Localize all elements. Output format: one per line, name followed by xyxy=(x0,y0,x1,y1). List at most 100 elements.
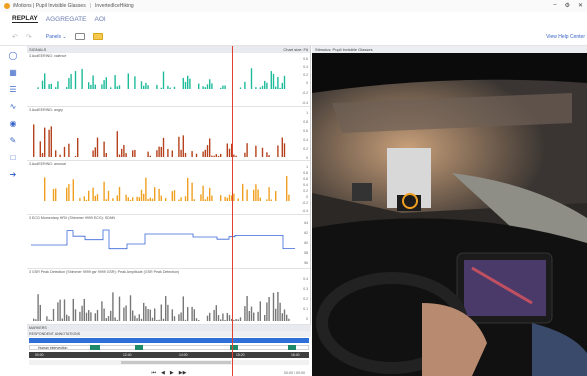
signal-bar xyxy=(143,193,145,201)
signal-bar xyxy=(103,308,105,321)
signal-bar xyxy=(114,75,116,89)
signal-bar xyxy=(162,71,165,89)
signal-bar xyxy=(275,191,277,201)
signal-bar xyxy=(118,186,121,201)
signal-bar xyxy=(204,149,206,157)
comment-icon[interactable]: □ xyxy=(0,149,26,166)
signal-bar xyxy=(50,126,52,157)
video-title: Stimulus: Pupil Invisible Glasses xyxy=(315,47,373,52)
signal-bar xyxy=(85,199,88,201)
skip-back-icon[interactable]: ⏮ xyxy=(152,370,157,376)
annotation-pen-icon[interactable]: ✎ xyxy=(0,132,26,149)
signal-bar xyxy=(246,189,248,201)
intervention-segment[interactable] xyxy=(90,345,100,350)
track-arousal[interactable]: 3 AudEERING: arousal 1 0.8 0.6 0.4 0.2 0 -0.2-… xyxy=(27,161,310,215)
location-icon[interactable]: ◉ xyxy=(0,115,26,132)
signal-bar xyxy=(88,190,90,201)
signal-bar xyxy=(173,190,176,201)
minimize-icon[interactable]: – xyxy=(553,2,556,9)
step-forward-icon[interactable]: ▶▶ xyxy=(179,370,187,376)
signal-bar xyxy=(286,314,288,321)
signal-bar xyxy=(118,85,121,89)
export-icon[interactable]: ➔ xyxy=(0,166,26,183)
respondents-icon[interactable]: ◯ xyxy=(0,47,26,64)
signal-bar xyxy=(281,313,283,321)
signal-bar xyxy=(171,150,173,157)
signal-bar xyxy=(204,87,206,89)
track-hrv[interactable]: 3 ECG Momentary HRV (Shimmer 9999 ECG): … xyxy=(27,215,310,269)
signal-bar xyxy=(264,80,266,89)
signal-bar xyxy=(206,196,209,201)
signal-bar xyxy=(66,187,68,201)
signal-bar xyxy=(239,317,242,321)
signal-bar xyxy=(215,154,217,157)
signal-bar xyxy=(37,87,39,89)
close-icon[interactable]: ✕ xyxy=(578,2,583,9)
signal-bar xyxy=(213,310,215,321)
signal-bar xyxy=(167,149,169,157)
signal-bar xyxy=(187,177,189,201)
step-back-icon[interactable]: ◀ xyxy=(161,370,165,376)
signal-bar xyxy=(125,153,127,157)
signal-bar xyxy=(244,306,246,321)
signal-bar xyxy=(74,71,77,89)
scrollbar-thumb[interactable] xyxy=(121,361,231,364)
signal-bar xyxy=(211,155,213,157)
intervention-segment[interactable] xyxy=(135,345,143,350)
playhead-cursor[interactable] xyxy=(232,46,233,376)
signal-bar xyxy=(149,309,151,321)
signal-bar xyxy=(147,151,149,157)
signal-bar xyxy=(283,143,286,157)
track-gsr[interactable]: 3 GSR Peak Detection (Shimmer 9999 gsr 9… xyxy=(27,269,310,325)
split-layout-icon[interactable] xyxy=(92,33,103,40)
timeline-scrollbar[interactable] xyxy=(29,360,309,365)
stimuli-icon[interactable]: ▦ xyxy=(0,64,26,81)
layout-toggle-icon[interactable] xyxy=(74,33,85,40)
signal-bar xyxy=(50,319,52,321)
signal-bar xyxy=(68,183,70,201)
intervention-segment[interactable] xyxy=(288,345,296,350)
signal-bar xyxy=(158,319,160,321)
tab-replay[interactable]: REPLAY xyxy=(12,15,38,23)
track-label: 3 AudEERING: angry xyxy=(29,108,63,112)
signal-bar xyxy=(173,86,176,89)
sensors-icon[interactable]: ☰ xyxy=(0,81,26,98)
signal-bar xyxy=(112,198,114,201)
analysis-icon[interactable]: ∿ xyxy=(0,98,26,115)
tab-aggregate[interactable]: AGGREGATE xyxy=(46,16,87,23)
time-axis[interactable]: 00:00 12:40 14:00 15:20 16:40 xyxy=(29,352,309,358)
signal-bar xyxy=(59,154,61,157)
signal-bar xyxy=(160,87,162,89)
undo-icon[interactable]: ↶ xyxy=(12,33,18,41)
redo-icon[interactable]: ↷ xyxy=(26,33,32,41)
help-center-link[interactable]: View Help Center xyxy=(546,34,585,40)
signal-bar xyxy=(220,87,222,89)
signal-bar xyxy=(134,149,136,157)
signal-bar xyxy=(279,302,281,321)
signals-panel: SIGNALS Chart size: Fit 3 AudEERING: val… xyxy=(27,46,311,325)
signal-bar xyxy=(182,77,184,89)
track-valence[interactable]: 3 AudEERING: valence 0.6 0.4 0.2 0 -0.2 -0.4 xyxy=(27,53,310,107)
signal-bar xyxy=(202,185,204,201)
signal-bar xyxy=(143,85,145,89)
signal-bar xyxy=(191,182,193,201)
play-icon[interactable]: ▶ xyxy=(170,370,174,376)
annotation-track[interactable] xyxy=(29,338,309,343)
video-player[interactable] xyxy=(312,53,587,376)
signal-bar xyxy=(72,298,74,321)
signal-bar xyxy=(266,152,268,157)
human-intervention-track[interactable]: Human intervention xyxy=(29,345,309,350)
track-label: 3 ECG Momentary HRV (Shimmer 9999 ECG): … xyxy=(29,216,116,220)
signal-bar xyxy=(160,195,162,201)
signal-bar xyxy=(209,138,211,157)
signal-bar xyxy=(154,308,156,321)
track-angry[interactable]: 3 AudEERING: angry 1 0.8 0.6 0.4 0.2 0 xyxy=(27,107,310,161)
tab-aoi[interactable]: AOI xyxy=(94,16,105,23)
signal-bar xyxy=(79,311,81,321)
track-label: 3 AudEERING: arousal xyxy=(29,162,66,166)
panels-button[interactable]: Panels ⌄ xyxy=(46,34,67,40)
signal-bar xyxy=(92,150,94,157)
chart-size-dropdown[interactable]: Chart size: Fit xyxy=(283,47,308,52)
settings-icon[interactable]: ⚙ xyxy=(565,2,570,9)
signal-bar xyxy=(41,80,44,89)
